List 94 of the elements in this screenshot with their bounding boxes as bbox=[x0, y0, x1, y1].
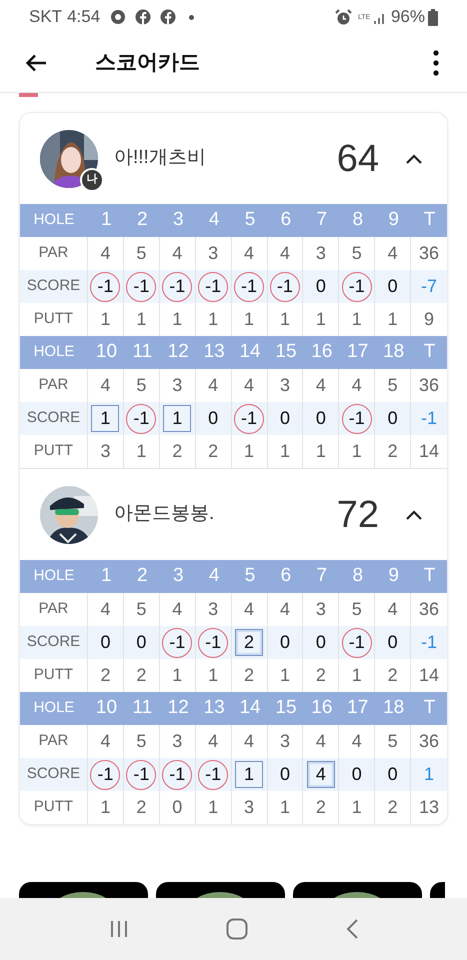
circled-score: -1 bbox=[90, 760, 120, 790]
putt-value: 14 bbox=[418, 664, 440, 687]
total-score: 72 bbox=[336, 496, 379, 534]
score-total: 1 bbox=[423, 763, 436, 786]
score-value: 0 bbox=[388, 275, 398, 298]
me-badge: 나 bbox=[80, 168, 104, 192]
par-value: 36 bbox=[418, 598, 440, 621]
page-title: 스코어카드 bbox=[95, 50, 201, 76]
score-value: 0 bbox=[352, 763, 362, 786]
putt-value: 2 bbox=[303, 791, 340, 824]
putt-value: 13 bbox=[418, 796, 440, 819]
row-label: PUTT bbox=[20, 791, 88, 824]
circled-score: -1 bbox=[234, 272, 264, 302]
putt-value: 1 bbox=[124, 435, 160, 468]
column-header: HOLE bbox=[32, 566, 76, 586]
putt-value: 1 bbox=[339, 791, 376, 824]
circled-score: -1 bbox=[342, 272, 372, 302]
double-boxed-score: 2 bbox=[235, 629, 264, 656]
par-value: 36 bbox=[418, 374, 440, 397]
circled-score: -1 bbox=[234, 404, 264, 434]
row-label: PUTT bbox=[20, 435, 88, 468]
battery-icon bbox=[428, 8, 438, 26]
notification-dot-icon bbox=[189, 14, 194, 20]
score-value: 0 bbox=[316, 407, 326, 430]
putt-value: 1 bbox=[196, 791, 232, 824]
clock-text: 4:54 bbox=[67, 6, 100, 28]
player-name: 아!!!개츠비 bbox=[114, 146, 207, 170]
putt-value: 2 bbox=[160, 435, 196, 468]
circled-score: -1 bbox=[162, 760, 192, 790]
circled-score: -1 bbox=[126, 760, 156, 790]
battery-percent-text: 96% bbox=[390, 6, 425, 28]
putt-value: 2 bbox=[375, 435, 412, 468]
circled-score: -1 bbox=[198, 760, 228, 790]
column-header: HOLE bbox=[32, 698, 76, 718]
more-options-icon[interactable] bbox=[433, 50, 439, 76]
circled-score: -1 bbox=[126, 272, 156, 302]
score-value: 0 bbox=[280, 631, 290, 654]
collapse-icon[interactable] bbox=[405, 152, 423, 166]
browser-icon bbox=[110, 9, 126, 25]
column-header: HOLE bbox=[32, 342, 76, 362]
putt-value: 1 bbox=[268, 435, 304, 468]
double-boxed-score: 4 bbox=[306, 761, 335, 788]
column-header: HOLE bbox=[32, 210, 76, 230]
player-name: 아몬드봉봉. bbox=[114, 502, 216, 526]
score-total: -7 bbox=[420, 275, 438, 298]
boxed-score: 1 bbox=[91, 405, 120, 432]
total-score: 64 bbox=[336, 140, 379, 178]
home-icon[interactable] bbox=[226, 918, 248, 940]
circled-score: -1 bbox=[198, 628, 228, 658]
score-value: 0 bbox=[388, 631, 398, 654]
circled-score: -1 bbox=[162, 628, 192, 658]
circled-score: -1 bbox=[342, 404, 372, 434]
back-icon[interactable] bbox=[344, 918, 358, 940]
putt-value: 9 bbox=[423, 308, 436, 331]
putt-value: 1 bbox=[339, 435, 376, 468]
putt-value: 14 bbox=[418, 440, 440, 463]
collapse-icon[interactable] bbox=[405, 508, 423, 522]
putt-value: 2 bbox=[196, 435, 232, 468]
back-arrow-icon[interactable] bbox=[25, 54, 47, 72]
circled-score: -1 bbox=[198, 272, 228, 302]
putt-value: 3 bbox=[88, 435, 124, 468]
boxed-score: 1 bbox=[235, 761, 264, 788]
score-total: -1 bbox=[420, 407, 438, 430]
putt-value: 2 bbox=[375, 791, 412, 824]
circled-score: -1 bbox=[162, 272, 192, 302]
par-value: 36 bbox=[418, 730, 440, 753]
social-app-icon bbox=[135, 9, 152, 25]
putt-value: 1 bbox=[88, 791, 124, 824]
score-value: 0 bbox=[388, 763, 398, 786]
putt-value: 3 bbox=[232, 791, 268, 824]
score-value: 0 bbox=[208, 407, 218, 430]
social-app-icon bbox=[160, 9, 176, 25]
recent-apps-icon[interactable] bbox=[108, 920, 128, 938]
carrier-text: SKT bbox=[29, 6, 62, 28]
putt-value: 2 bbox=[124, 791, 160, 824]
circled-score: -1 bbox=[90, 272, 120, 302]
circled-score: -1 bbox=[342, 628, 372, 658]
alarm-icon bbox=[334, 8, 352, 26]
score-value: 0 bbox=[316, 275, 326, 298]
score-value: 0 bbox=[280, 763, 290, 786]
putt-value: 1 bbox=[303, 435, 340, 468]
score-value: 0 bbox=[100, 631, 110, 654]
circled-score: -1 bbox=[270, 272, 300, 302]
par-value: 36 bbox=[418, 242, 440, 265]
score-value: 0 bbox=[136, 631, 146, 654]
score-total: -1 bbox=[420, 631, 438, 654]
score-value: 0 bbox=[316, 631, 326, 654]
putt-value: 0 bbox=[160, 791, 196, 824]
circled-score: -1 bbox=[126, 404, 156, 434]
boxed-score: 1 bbox=[163, 405, 192, 432]
score-value: 0 bbox=[280, 407, 290, 430]
score-value: 0 bbox=[388, 407, 398, 430]
putt-value: 1 bbox=[268, 791, 304, 824]
putt-value: 1 bbox=[232, 435, 268, 468]
